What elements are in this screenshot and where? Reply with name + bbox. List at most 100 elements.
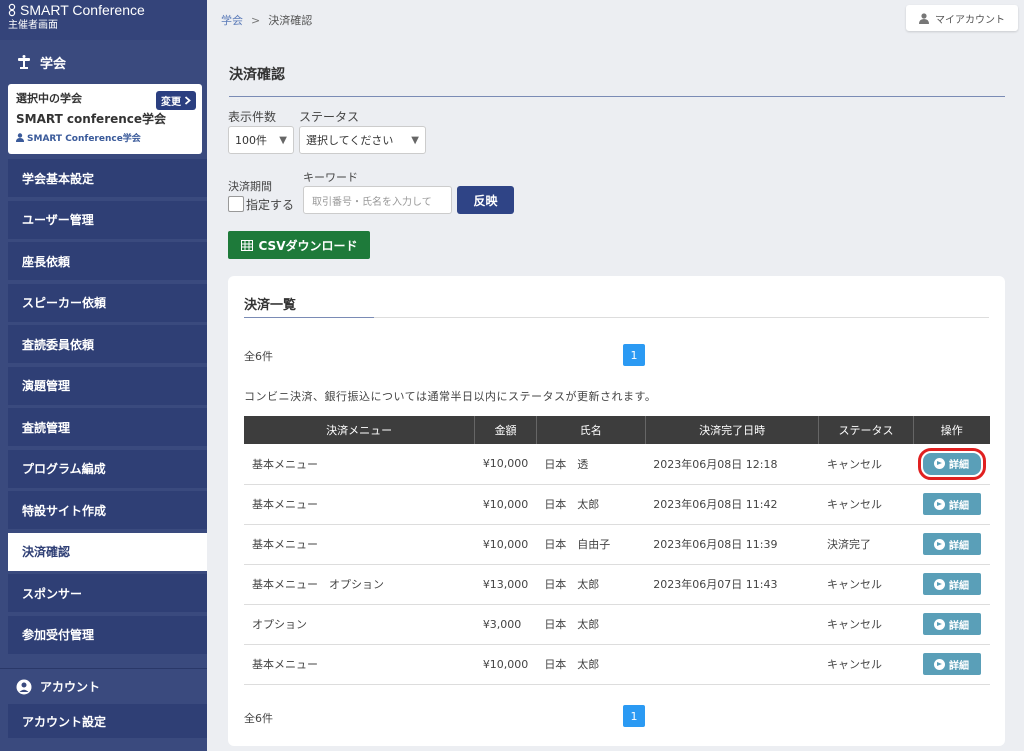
csv-download-button[interactable]: CSVダウンロード (228, 231, 370, 259)
period-label: 決済期間 (228, 180, 272, 193)
cell-name: 日本 太郎 (536, 484, 646, 525)
sidebar-item-label: 査読管理 (22, 420, 71, 435)
payment-list-card: 決済一覧 全6件 1 コンビニ決済、銀行振込については通常半日以内にステータスが… (228, 276, 1005, 746)
cell-status: キャンセル (818, 444, 914, 485)
sidebar-item-label: スピーカー依頼 (22, 296, 107, 310)
page-title: 決済確認 (229, 64, 1005, 97)
table-row: 基本メニュー ¥10,000 日本 太郎 2023年06月08日 11:42 キ… (244, 484, 990, 525)
period-checkbox[interactable] (228, 196, 244, 212)
sidebar-item-speaker-requests[interactable]: スピーカー依頼 (8, 283, 207, 322)
detail-button[interactable]: 詳細 (917, 447, 986, 480)
my-account-label: マイアカウント (935, 14, 1005, 26)
selected-society-name: SMART conference学会 (16, 112, 167, 126)
breadcrumb-society-link[interactable]: 学会 (221, 12, 243, 28)
sidebar-menu: 学会基本設定 ユーザー管理 座長依頼 スピーカー依頼 査読委員依頼 演題管理 査… (0, 159, 207, 654)
sidebar-item-label: 特設サイト作成 (22, 503, 107, 518)
user-icon (16, 133, 24, 142)
topbar: 学会 > 決済確認 マイアカウント (207, 0, 1024, 40)
keyword-placeholder: 取引番号・氏名を入力して (312, 196, 432, 208)
cell-menu: 基本メニュー (244, 444, 475, 485)
count-select[interactable]: 100件 ▼ (228, 126, 294, 154)
table-row: オプション ¥3,000 日本 太郎 キャンセル 詳細 (244, 604, 990, 645)
arrow-circle-right-icon (934, 498, 946, 510)
cell-menu: 基本メニュー (244, 524, 475, 565)
selected-society-user: SMART Conference学会 (16, 131, 194, 144)
sidebar-item-label: 座長依頼 (22, 254, 71, 269)
keyword-input[interactable]: 取引番号・氏名を入力して (303, 186, 452, 214)
card-title: 決済一覧 (244, 298, 297, 313)
status-select[interactable]: 選択してください ▼ (299, 126, 426, 154)
sidebar-item-registration[interactable]: 参加受付管理 (8, 615, 207, 654)
sidebar-item-sponsor[interactable]: スポンサー (8, 574, 207, 612)
cell-name: 日本 太郎 (536, 564, 646, 605)
arrow-circle-right-icon (934, 618, 946, 630)
sidebar-item-label: スポンサー (22, 586, 83, 601)
brand[interactable]: SMART Conference 主催者画面 (0, 0, 207, 40)
count-label: 表示件数 (228, 110, 277, 124)
cell-action: 詳細 (913, 524, 990, 565)
cell-status: キャンセル (818, 644, 914, 685)
reflect-button[interactable]: 反映 (457, 186, 514, 214)
detail-button-label: 詳細 (949, 460, 970, 472)
payment-table: 決済メニュー 金額 氏名 決済完了日時 ステータス 操作 基本メニュー ¥10,… (244, 416, 990, 685)
keyword-label: キーワード (303, 171, 358, 184)
column-header: ステータス (818, 416, 914, 444)
total-count-top: 全6件 (244, 350, 273, 363)
cell-name: 日本 太郎 (536, 644, 646, 685)
detail-button-label: 詳細 (949, 540, 970, 552)
sidebar-item-abstract-management[interactable]: 演題管理 (8, 366, 207, 405)
cell-action: 詳細 (913, 644, 990, 685)
detail-button[interactable]: 詳細 (922, 613, 981, 635)
column-header: 氏名 (536, 416, 646, 444)
column-header: 金額 (474, 416, 537, 444)
status-update-notice: コンビニ決済、銀行振込については通常半日以内にステータスが更新されます。 (244, 390, 657, 403)
arrow-circle-right-icon (934, 538, 946, 550)
breadcrumb: 学会 > 決済確認 (221, 12, 312, 28)
table-header-row: 決済メニュー 金額 氏名 決済完了日時 ステータス 操作 (244, 416, 990, 444)
detail-button[interactable]: 詳細 (922, 533, 981, 555)
sidebar-item-reviewer-requests[interactable]: 査読委員依頼 (8, 325, 207, 363)
sidebar-item-chair-requests[interactable]: 座長依頼 (8, 242, 207, 280)
cell-status: 決済完了 (818, 524, 914, 565)
detail-button[interactable]: 詳細 (922, 493, 981, 515)
selected-society-card: 選択中の学会 変更 SMART conference学会 SMART Confe… (8, 84, 202, 154)
change-society-button[interactable]: 変更 (156, 91, 196, 110)
sidebar-item-account-settings[interactable]: アカウント設定 (8, 704, 207, 738)
detail-button[interactable]: 詳細 (922, 653, 981, 675)
cell-name: 日本 自由子 (536, 524, 646, 565)
column-header: 決済完了日時 (645, 416, 820, 444)
cell-action: 詳細 (913, 604, 990, 645)
sidebar-item-user-management[interactable]: ユーザー管理 (8, 200, 207, 239)
breadcrumb-separator: > (251, 13, 261, 27)
sidebar-item-payment-confirmation[interactable]: 決済確認 (8, 532, 207, 571)
detail-button-label: 詳細 (949, 660, 970, 672)
breadcrumb-current: 決済確認 (268, 14, 313, 27)
sidebar-item-special-site[interactable]: 特設サイト作成 (8, 491, 207, 529)
cell-amount: ¥10,000 (474, 444, 537, 485)
sidebar-item-society-settings[interactable]: 学会基本設定 (8, 159, 207, 197)
cell-status: キャンセル (818, 604, 914, 645)
my-account-button[interactable]: マイアカウント (906, 5, 1018, 31)
sidebar-item-program[interactable]: プログラム編成 (8, 449, 207, 488)
cell-amount: ¥3,000 (474, 604, 537, 645)
caret-down-icon: ▼ (411, 134, 419, 146)
brand-title: SMART Conference (8, 1, 199, 19)
cell-date: 2023年06月08日 11:42 (645, 484, 819, 525)
pagination-page-bottom[interactable]: 1 (623, 705, 645, 727)
arrow-circle-right-icon (934, 658, 946, 670)
section-society-label: 学会 (40, 56, 67, 72)
detail-button[interactable]: 詳細 (922, 573, 981, 595)
arrow-circle-right-icon (934, 458, 946, 470)
table-icon (240, 239, 253, 251)
table-row: 基本メニュー オプション ¥13,000 日本 太郎 2023年06月07日 1… (244, 564, 990, 605)
cell-action: 詳細 (913, 444, 990, 485)
table-row: 基本メニュー ¥10,000 日本 太郎 キャンセル 詳細 (244, 644, 990, 685)
sidebar-item-label: ユーザー管理 (22, 213, 94, 227)
sidebar-item-label: 決済確認 (22, 545, 71, 559)
pagination-page-top[interactable]: 1 (623, 344, 645, 366)
cell-name: 日本 太郎 (536, 604, 646, 645)
caret-down-icon: ▼ (279, 134, 287, 146)
selected-society-user-label: SMART Conference学会 (27, 134, 141, 144)
period-check-label: 指定する (246, 198, 295, 212)
sidebar-item-review-management[interactable]: 査読管理 (8, 408, 207, 446)
